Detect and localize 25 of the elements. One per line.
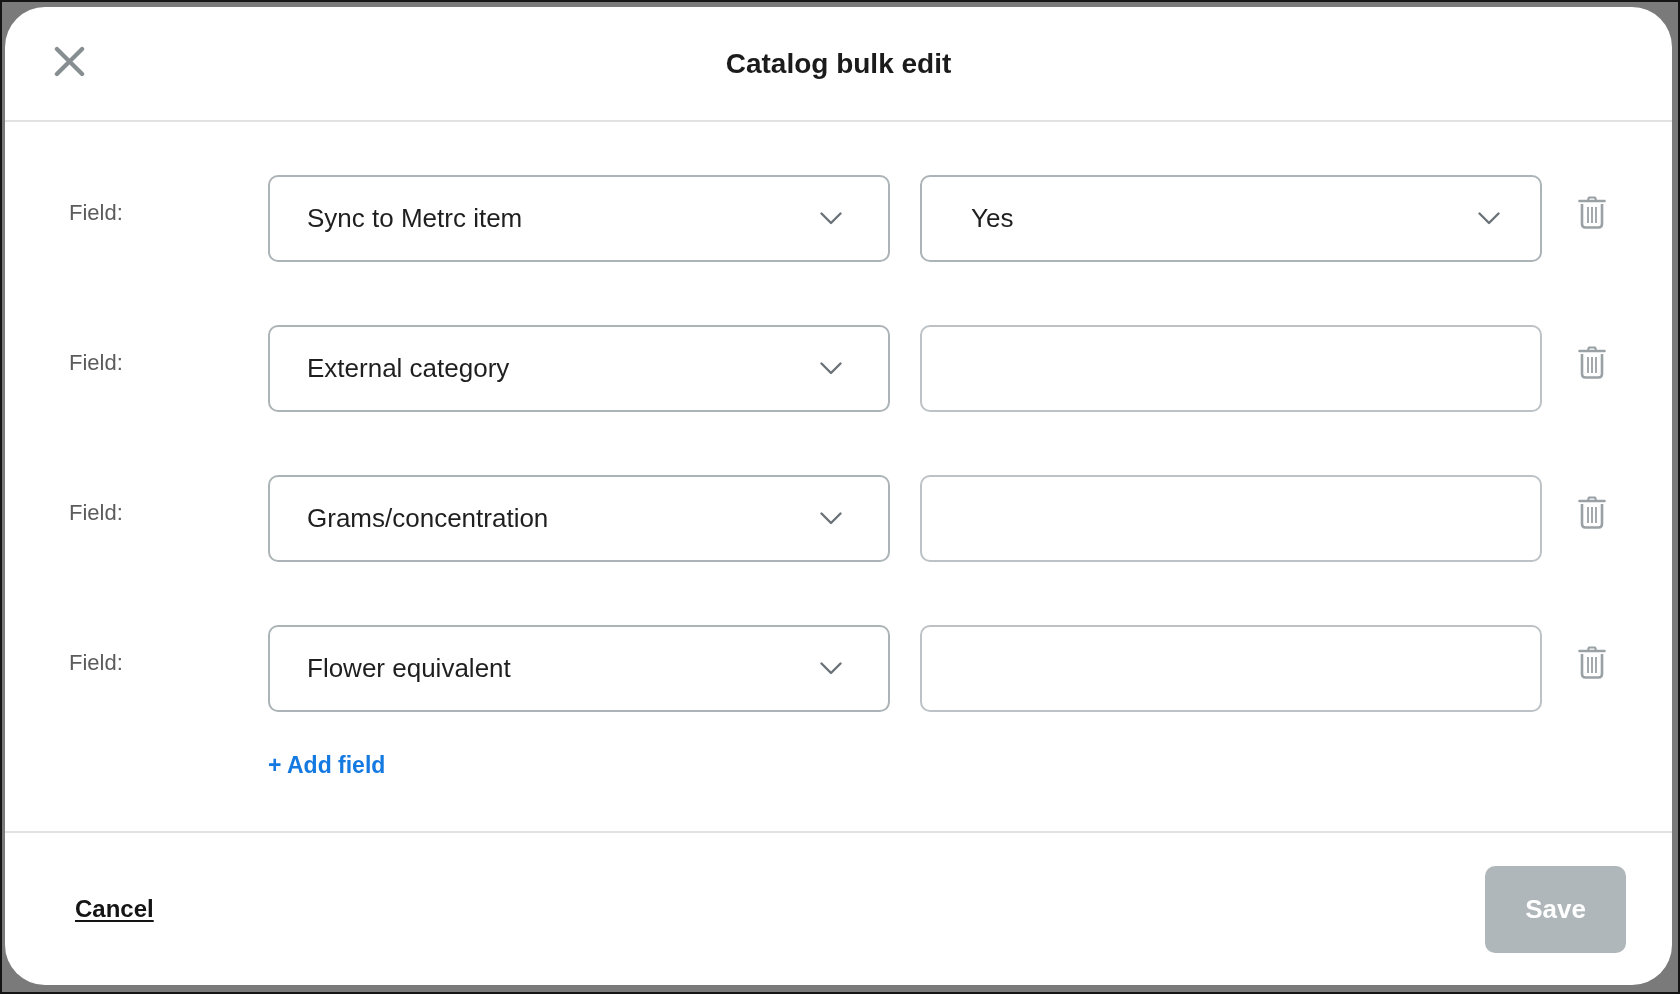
field-label: Field: [69,199,124,226]
close-icon[interactable] [54,46,85,77]
chevron-down-icon [820,362,842,375]
value-dropdown[interactable]: Yes [920,175,1542,262]
chevron-down-icon [1478,212,1500,225]
field-label: Field: [69,649,124,676]
value-input-field[interactable] [920,475,1542,562]
field-dropdown[interactable]: Sync to Metrc item [268,175,890,262]
trash-icon[interactable] [1578,646,1606,679]
field-dropdown[interactable]: Flower equivalent [268,625,890,712]
field-label: Field: [69,499,124,526]
add-field-link[interactable]: + Add field [268,752,386,778]
value-input-field[interactable] [920,325,1542,412]
chevron-down-icon [820,512,842,525]
chevron-down-icon [820,212,842,225]
field-dropdown[interactable]: Grams/concentration [268,475,890,562]
cancel-link[interactable]: Cancel [75,895,154,923]
trash-icon[interactable] [1578,496,1606,529]
dialog-title: Catalog bulk edit [725,47,952,80]
chevron-down-icon [820,662,842,675]
value-input-field[interactable] [920,625,1542,712]
field-dropdown[interactable]: External category [268,325,890,412]
trash-icon[interactable] [1578,196,1606,229]
trash-icon[interactable] [1578,346,1606,379]
field-label: Field: [69,349,124,376]
